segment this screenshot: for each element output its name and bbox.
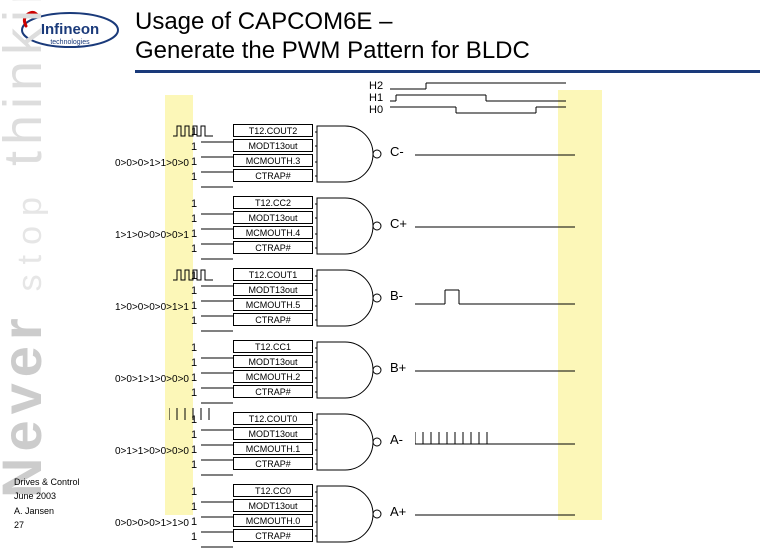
- connector-line: [201, 175, 233, 193]
- connector-line: [201, 391, 233, 409]
- input-one: 1: [191, 444, 197, 456]
- slide-title: Usage of CAPCOM6E – Generate the PWM Pat…: [135, 8, 530, 66]
- nand-gate-icon: [315, 340, 385, 407]
- signal-box: CTRAP#: [233, 457, 313, 470]
- input-one: 1: [191, 342, 197, 354]
- sequence-text: 0>0>0>0>1>1>0: [115, 518, 189, 529]
- output-wave: [415, 432, 575, 451]
- signal-box: MCMOUTH.1: [233, 442, 313, 455]
- input-one: 1: [191, 486, 197, 498]
- input-one: 1: [191, 357, 197, 369]
- nand-gate-icon: [315, 412, 385, 479]
- hall-block: H2 H1 H0: [369, 80, 566, 116]
- signal-box: MODT13out: [233, 355, 313, 368]
- sequence-text: 0>0>1>1>0>0>0: [115, 374, 189, 385]
- input-one: 1: [191, 516, 197, 528]
- sequence-text: 0>1>1>0>0>0>0: [115, 446, 189, 457]
- signal-box: MCMOUTH.3: [233, 154, 313, 167]
- input-one: 1: [191, 300, 197, 312]
- signal-box: T12.COUT1: [233, 268, 313, 281]
- output-label: C+: [390, 216, 407, 231]
- signal-box: T12.COUT2: [233, 124, 313, 137]
- signal-box: MODT13out: [233, 499, 313, 512]
- signal-box: CTRAP#: [233, 529, 313, 542]
- input-one: 1: [191, 315, 197, 327]
- signal-box: T12.CC2: [233, 196, 313, 209]
- input-one: 1: [191, 141, 197, 153]
- signal-box: T12.CC0: [233, 484, 313, 497]
- signal-box: MCMOUTH.0: [233, 514, 313, 527]
- sequence-text: 0>0>0>1>1>0>0: [115, 158, 189, 169]
- signal-box: MCMOUTH.5: [233, 298, 313, 311]
- title-underline: [135, 70, 760, 73]
- connector-line: [201, 463, 233, 481]
- slide-header: Infineon technologies Usage of CAPCOM6E …: [0, 0, 780, 72]
- tagline-never: Never: [0, 312, 53, 498]
- input-one: 1: [191, 387, 197, 399]
- signal-box: T12.COUT0: [233, 412, 313, 425]
- output-wave: [415, 360, 575, 378]
- output-label: B+: [390, 360, 406, 375]
- signal-box: MODT13out: [233, 139, 313, 152]
- output-label: A-: [390, 432, 403, 447]
- output-label: C-: [390, 144, 404, 159]
- output-label: B-: [390, 288, 403, 303]
- signal-box: MCMOUTH.4: [233, 226, 313, 239]
- footer-dept: Drives & Control: [14, 476, 80, 489]
- footer-date: June 2003: [14, 490, 80, 503]
- hall-h0: H0: [369, 104, 383, 116]
- signal-box: CTRAP#: [233, 169, 313, 182]
- tagline-stop: stop: [11, 187, 49, 291]
- nand-gate-icon: [315, 268, 385, 335]
- connector-line: [201, 319, 233, 337]
- input-one: 1: [191, 228, 197, 240]
- output-wave: [415, 288, 575, 311]
- title-line-2: Generate the PWM Pattern for BLDC: [135, 37, 530, 64]
- signal-box: T12.CC1: [233, 340, 313, 353]
- slide-footer: Drives & Control June 2003 A. Jansen 27: [14, 476, 80, 534]
- signal-box: MCMOUTH.2: [233, 370, 313, 383]
- nand-gate-icon: [315, 124, 385, 191]
- footer-page: 27: [14, 519, 80, 532]
- output-wave: [415, 144, 575, 162]
- nand-gate-icon: [315, 484, 385, 551]
- sequence-text: 1>0>0>0>0>1>1: [115, 302, 189, 313]
- hall-h1: H1: [369, 92, 383, 104]
- input-one: 1: [191, 171, 197, 183]
- signal-box: MODT13out: [233, 427, 313, 440]
- footer-author: A. Jansen: [14, 505, 80, 518]
- signal-box: CTRAP#: [233, 385, 313, 398]
- input-one: 1: [191, 531, 197, 543]
- signal-box: CTRAP#: [233, 241, 313, 254]
- input-one: 1: [191, 213, 197, 225]
- input-one: 1: [191, 198, 197, 210]
- input-one: 1: [191, 285, 197, 297]
- signal-box: MODT13out: [233, 283, 313, 296]
- title-line-1: Usage of CAPCOM6E –: [135, 8, 392, 35]
- svg-text:technologies: technologies: [50, 39, 90, 46]
- connector-line: [201, 535, 233, 553]
- connector-line: [201, 247, 233, 265]
- hall-h2: H2: [369, 80, 383, 92]
- input-one: 1: [191, 156, 197, 168]
- input-one: 1: [191, 429, 197, 441]
- input-one: 1: [191, 372, 197, 384]
- input-one: 1: [191, 459, 197, 471]
- signal-box: MODT13out: [233, 211, 313, 224]
- nand-gate-icon: [315, 196, 385, 263]
- signal-box: CTRAP#: [233, 313, 313, 326]
- tick-marks: [169, 408, 219, 427]
- sidebar-tagline: Never stop thinking: [0, 0, 54, 498]
- input-one: 1: [191, 501, 197, 513]
- sequence-text: 1>1>0>0>0>0>1: [115, 230, 189, 241]
- input-one: 1: [191, 243, 197, 255]
- tagline-thinking: thinking: [0, 0, 53, 166]
- output-wave: [415, 216, 575, 234]
- output-wave: [415, 504, 575, 522]
- output-label: A+: [390, 504, 406, 519]
